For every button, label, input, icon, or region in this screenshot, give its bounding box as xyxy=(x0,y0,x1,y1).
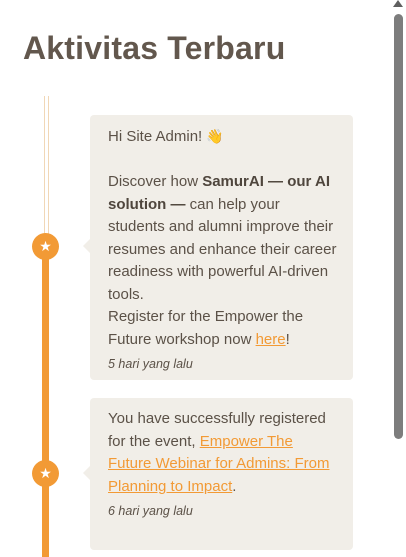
activity-message: Discover how SamurAI — our AI solution —… xyxy=(108,173,337,303)
page-title: Aktivitas Terbaru xyxy=(23,30,286,66)
activity-timestamp: 6 hari yang lalu xyxy=(108,504,193,518)
wave-icon: 👋 xyxy=(206,128,224,144)
scroll-up-icon[interactable] xyxy=(393,0,403,7)
activity-greeting: Hi Site Admin! 👋 xyxy=(108,128,224,145)
activity-message: You have successfully registered for the… xyxy=(108,410,330,495)
star-icon: ★ xyxy=(32,460,59,487)
activity-card: Hi Site Admin! 👋 Discover how SamurAI — … xyxy=(83,115,353,380)
timeline-progress xyxy=(42,250,49,557)
star-icon: ★ xyxy=(32,233,59,260)
register-link[interactable]: here xyxy=(256,331,286,348)
activity-timestamp: 5 hari yang lalu xyxy=(108,357,193,371)
activity-cta: Register for the Empower the Future work… xyxy=(108,308,304,348)
scrollbar-thumb[interactable] xyxy=(394,14,403,439)
activity-page: Aktivitas Terbaru ★ ★ Hi Site Admin! 👋 D… xyxy=(0,0,406,557)
activity-card: You have successfully registered for the… xyxy=(83,398,353,550)
